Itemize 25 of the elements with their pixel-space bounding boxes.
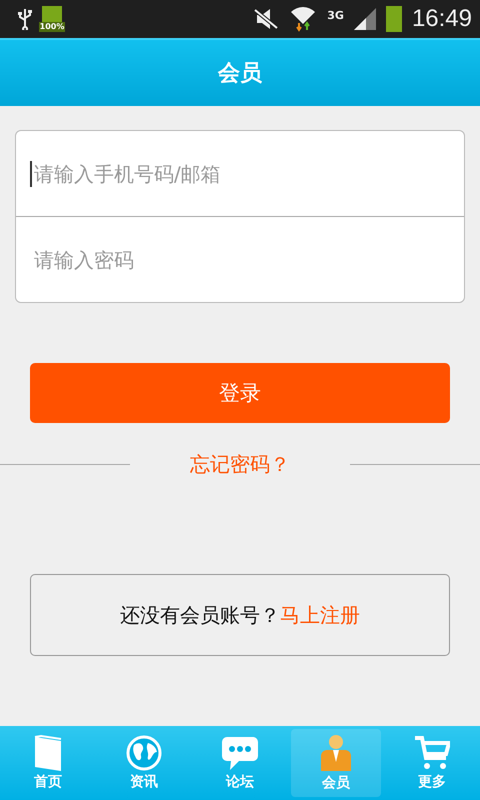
network-type: 3G — [327, 9, 344, 22]
password-input[interactable]: 请输入密码 — [34, 240, 464, 280]
tab[interactable]: 资讯 — [99, 729, 189, 797]
tab[interactable]: 首页 — [3, 729, 93, 797]
password-field[interactable]: 请输入密码 — [16, 216, 464, 302]
tab[interactable]: 论坛 — [195, 729, 285, 797]
battery-percent: 100% — [38, 22, 66, 32]
chat-icon — [221, 735, 259, 771]
register-link[interactable]: 马上注册 — [280, 602, 360, 628]
mute-icon — [253, 8, 280, 30]
person-icon — [320, 734, 352, 772]
account-input[interactable]: 请输入手机号码/邮箱 — [34, 154, 464, 194]
battery-icon — [386, 6, 402, 32]
cart-icon — [414, 735, 450, 771]
usb-icon — [18, 8, 32, 30]
wifi-icon — [289, 6, 318, 32]
book-icon — [33, 735, 63, 771]
register-prompt: 还没有会员账号？ — [120, 602, 280, 628]
page-title: 会员 — [218, 60, 262, 88]
forgot-password-link[interactable]: 忘记密码？ — [190, 451, 290, 478]
signal-icon — [354, 8, 376, 30]
tab[interactable]: 会员 — [291, 729, 381, 797]
tab[interactable]: 更多 — [387, 729, 477, 797]
clock-time: 16:49 — [412, 5, 472, 33]
login-button[interactable]: 登录 — [30, 363, 450, 423]
